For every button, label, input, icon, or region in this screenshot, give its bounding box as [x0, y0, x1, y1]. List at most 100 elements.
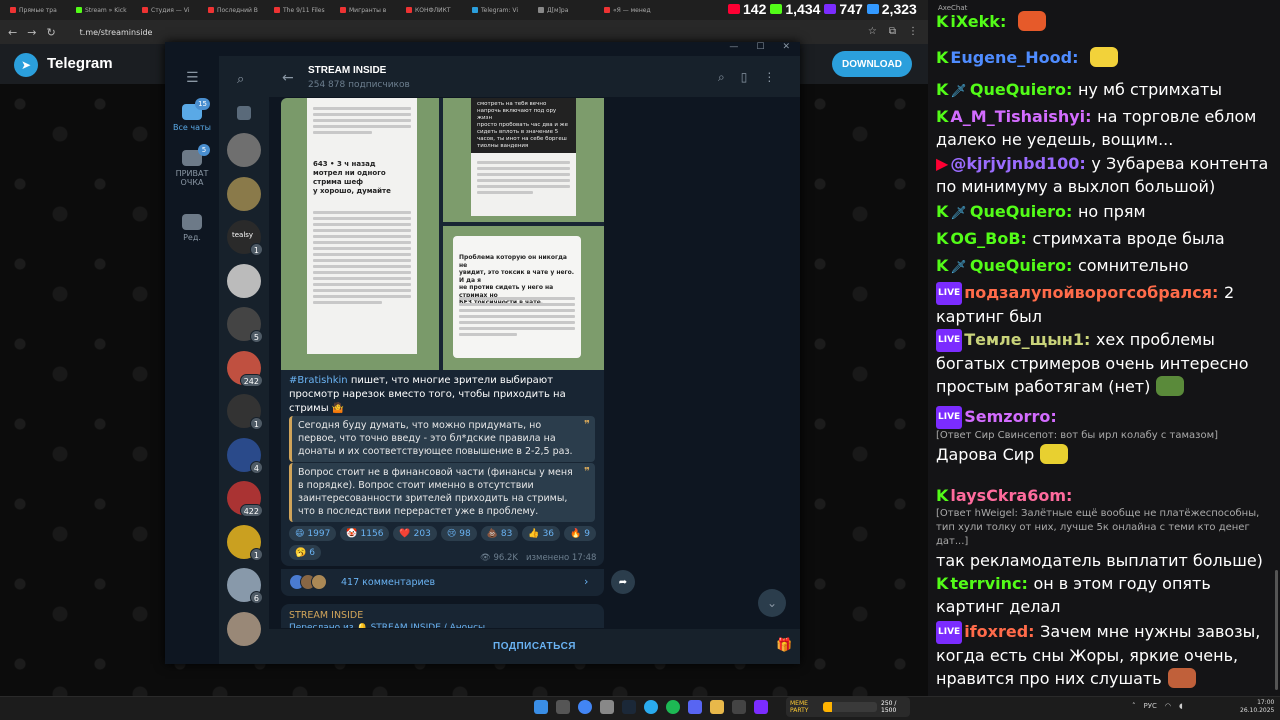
reaction-chip[interactable]: 😢 98: [440, 526, 477, 541]
chat-username[interactable]: QueQuiero: [970, 202, 1066, 221]
chevron-up-icon[interactable]: ˄: [1132, 702, 1136, 710]
obs-icon[interactable]: [732, 700, 746, 714]
browser-tab[interactable]: Последний В: [204, 2, 268, 18]
minimize-icon[interactable]: —: [729, 42, 738, 56]
app-icon[interactable]: [754, 700, 768, 714]
browser-tab[interactable]: Д[м]ра: [534, 2, 598, 18]
chat-avatar[interactable]: 242: [227, 350, 263, 387]
reaction-chip[interactable]: 🔥 9: [564, 526, 596, 541]
chat-scrollbar[interactable]: [1275, 570, 1278, 690]
chat-username[interactable]: terrvinc: [950, 574, 1021, 593]
browser-tab[interactable]: The 9/11 Files: [270, 2, 334, 18]
browser-tab[interactable]: Telegram: Vi: [468, 2, 532, 18]
folder-all-chats[interactable]: 15 Все чаты: [165, 98, 219, 132]
sidebar-toggle-icon[interactable]: ▯: [741, 70, 748, 85]
chat-avatar[interactable]: [227, 133, 261, 167]
url-field[interactable]: t.me/streaminside: [80, 28, 153, 37]
chat-avatar[interactable]: tealsy 1: [227, 220, 263, 256]
close-icon[interactable]: ✕: [782, 42, 790, 56]
browser-tab[interactable]: «Я — менед: [600, 2, 664, 18]
maximize-icon[interactable]: ☐: [756, 42, 764, 56]
scroll-down-button[interactable]: ⌄: [758, 589, 786, 617]
chat-avatar[interactable]: 6: [227, 568, 263, 604]
chat-avatar[interactable]: 5: [227, 307, 263, 343]
folder-edit[interactable]: Ред.: [165, 214, 219, 242]
chat-username[interactable]: OG_BoB: [950, 229, 1020, 248]
chat-colon: :: [1066, 486, 1073, 505]
browser-tab[interactable]: Прямые тра: [6, 2, 70, 18]
chat-avatar[interactable]: 1: [227, 394, 263, 430]
chat-username[interactable]: A_M_Tishaishyi: [950, 107, 1085, 126]
spotify-icon[interactable]: [666, 700, 680, 714]
post-image-1[interactable]: 643 • 3 ч назад мотрел ни одного стрима ш…: [281, 98, 439, 370]
channel-name[interactable]: STREAM INSIDE: [308, 65, 386, 76]
chat-username[interactable]: laysCkra6om: [950, 486, 1066, 505]
folder-private[interactable]: 5 ПРИВАТ ОЧКА: [165, 144, 219, 187]
chat-colon: :: [1211, 283, 1224, 302]
chat-username[interactable]: iXekk: [950, 12, 1000, 31]
chat-username[interactable]: Eugene_Hood: [950, 48, 1072, 67]
unread-badge: 242: [239, 373, 263, 387]
volume-icon[interactable]: ◖: [1179, 702, 1183, 710]
telegram-icon[interactable]: [644, 700, 658, 714]
chevron-right-icon[interactable]: ›: [584, 575, 588, 588]
search-icon[interactable]: [556, 700, 570, 714]
star-icon[interactable]: ☆: [868, 26, 877, 37]
reaction-chip[interactable]: ❤️ 203: [393, 526, 437, 541]
discord-icon[interactable]: [688, 700, 702, 714]
language-indicator[interactable]: РУС: [1144, 702, 1157, 710]
reaction-chip[interactable]: 🤡 1156: [340, 526, 390, 541]
hamburger-menu-icon[interactable]: ☰: [186, 70, 199, 86]
menu-icon[interactable]: ⋮: [908, 26, 918, 37]
chat-avatar[interactable]: [237, 106, 251, 120]
chat-avatar[interactable]: 4: [227, 437, 263, 474]
browser-tab[interactable]: Студия — Vi: [138, 2, 202, 18]
next-post-author[interactable]: STREAM INSIDE: [289, 610, 363, 621]
hashtag-link[interactable]: #Bratishkin: [289, 375, 348, 386]
chat-username[interactable]: QueQuiero: [970, 80, 1066, 99]
app-icon[interactable]: [600, 700, 614, 714]
download-button[interactable]: DOWNLOAD: [832, 51, 912, 77]
chat-username[interactable]: @kjrjvjnbd100: [950, 154, 1079, 173]
comments-bar[interactable]: [281, 568, 604, 596]
clock[interactable]: 17:00 26.10.2025: [1240, 699, 1274, 715]
chat-username[interactable]: Semzorro: [964, 407, 1050, 426]
steam-icon[interactable]: [622, 700, 636, 714]
extensions-icon[interactable]: ⧉: [889, 26, 896, 37]
chat-avatar[interactable]: [227, 611, 261, 646]
chat-username[interactable]: Темле_щын1: [964, 330, 1084, 349]
wifi-icon[interactable]: ◠: [1165, 702, 1171, 710]
folder-icon[interactable]: [710, 700, 724, 714]
chat-avatar[interactable]: [227, 263, 261, 298]
reload-icon[interactable]: ↻: [46, 26, 55, 39]
start-icon[interactable]: [534, 700, 548, 714]
browser-tab[interactable]: КОНФЛИКТ: [402, 2, 466, 18]
back-icon[interactable]: ←: [8, 26, 17, 39]
tab-title: Мигранты в: [349, 6, 387, 14]
browser-tab[interactable]: Мигранты в: [336, 2, 400, 18]
chrome-icon[interactable]: [578, 700, 592, 714]
chat-avatar[interactable]: 1: [227, 524, 263, 561]
chat-avatar[interactable]: [227, 176, 261, 211]
reaction-chip[interactable]: 😄 1997: [289, 526, 337, 541]
reaction-chip[interactable]: 💩 83: [480, 526, 519, 541]
chat-username[interactable]: QueQuiero: [970, 256, 1066, 275]
reaction-chip[interactable]: 🥱 6: [289, 545, 321, 560]
search-icon[interactable]: ⌕: [237, 72, 244, 87]
chat-username[interactable]: ifoxred: [964, 622, 1028, 641]
reaction-chip[interactable]: 👍 36: [522, 526, 561, 541]
subscribe-button[interactable]: ПОДПИСАТЬСЯ: [269, 628, 800, 664]
post-image-3[interactable]: Проблема которую он никогда не увидит, эт…: [443, 226, 604, 370]
chat-avatar[interactable]: 422: [227, 481, 263, 517]
tab-title: «Я — менед: [613, 6, 651, 14]
share-button[interactable]: ➦: [611, 570, 635, 594]
more-icon[interactable]: ⋮: [763, 70, 775, 85]
chat-username[interactable]: подзалупойворогсобрался: [964, 283, 1212, 302]
back-arrow-icon[interactable]: ←: [282, 70, 294, 86]
comments-count[interactable]: 417 комментариев: [341, 577, 435, 588]
forward-icon[interactable]: →: [27, 26, 36, 39]
browser-tab[interactable]: Stream » Kick: [72, 2, 136, 18]
post-image-2[interactable]: смотреть на тебя вечно напрочь включают п…: [443, 98, 604, 222]
search-icon[interactable]: ⌕: [718, 70, 725, 85]
gift-icon[interactable]: 🎁: [776, 638, 792, 653]
